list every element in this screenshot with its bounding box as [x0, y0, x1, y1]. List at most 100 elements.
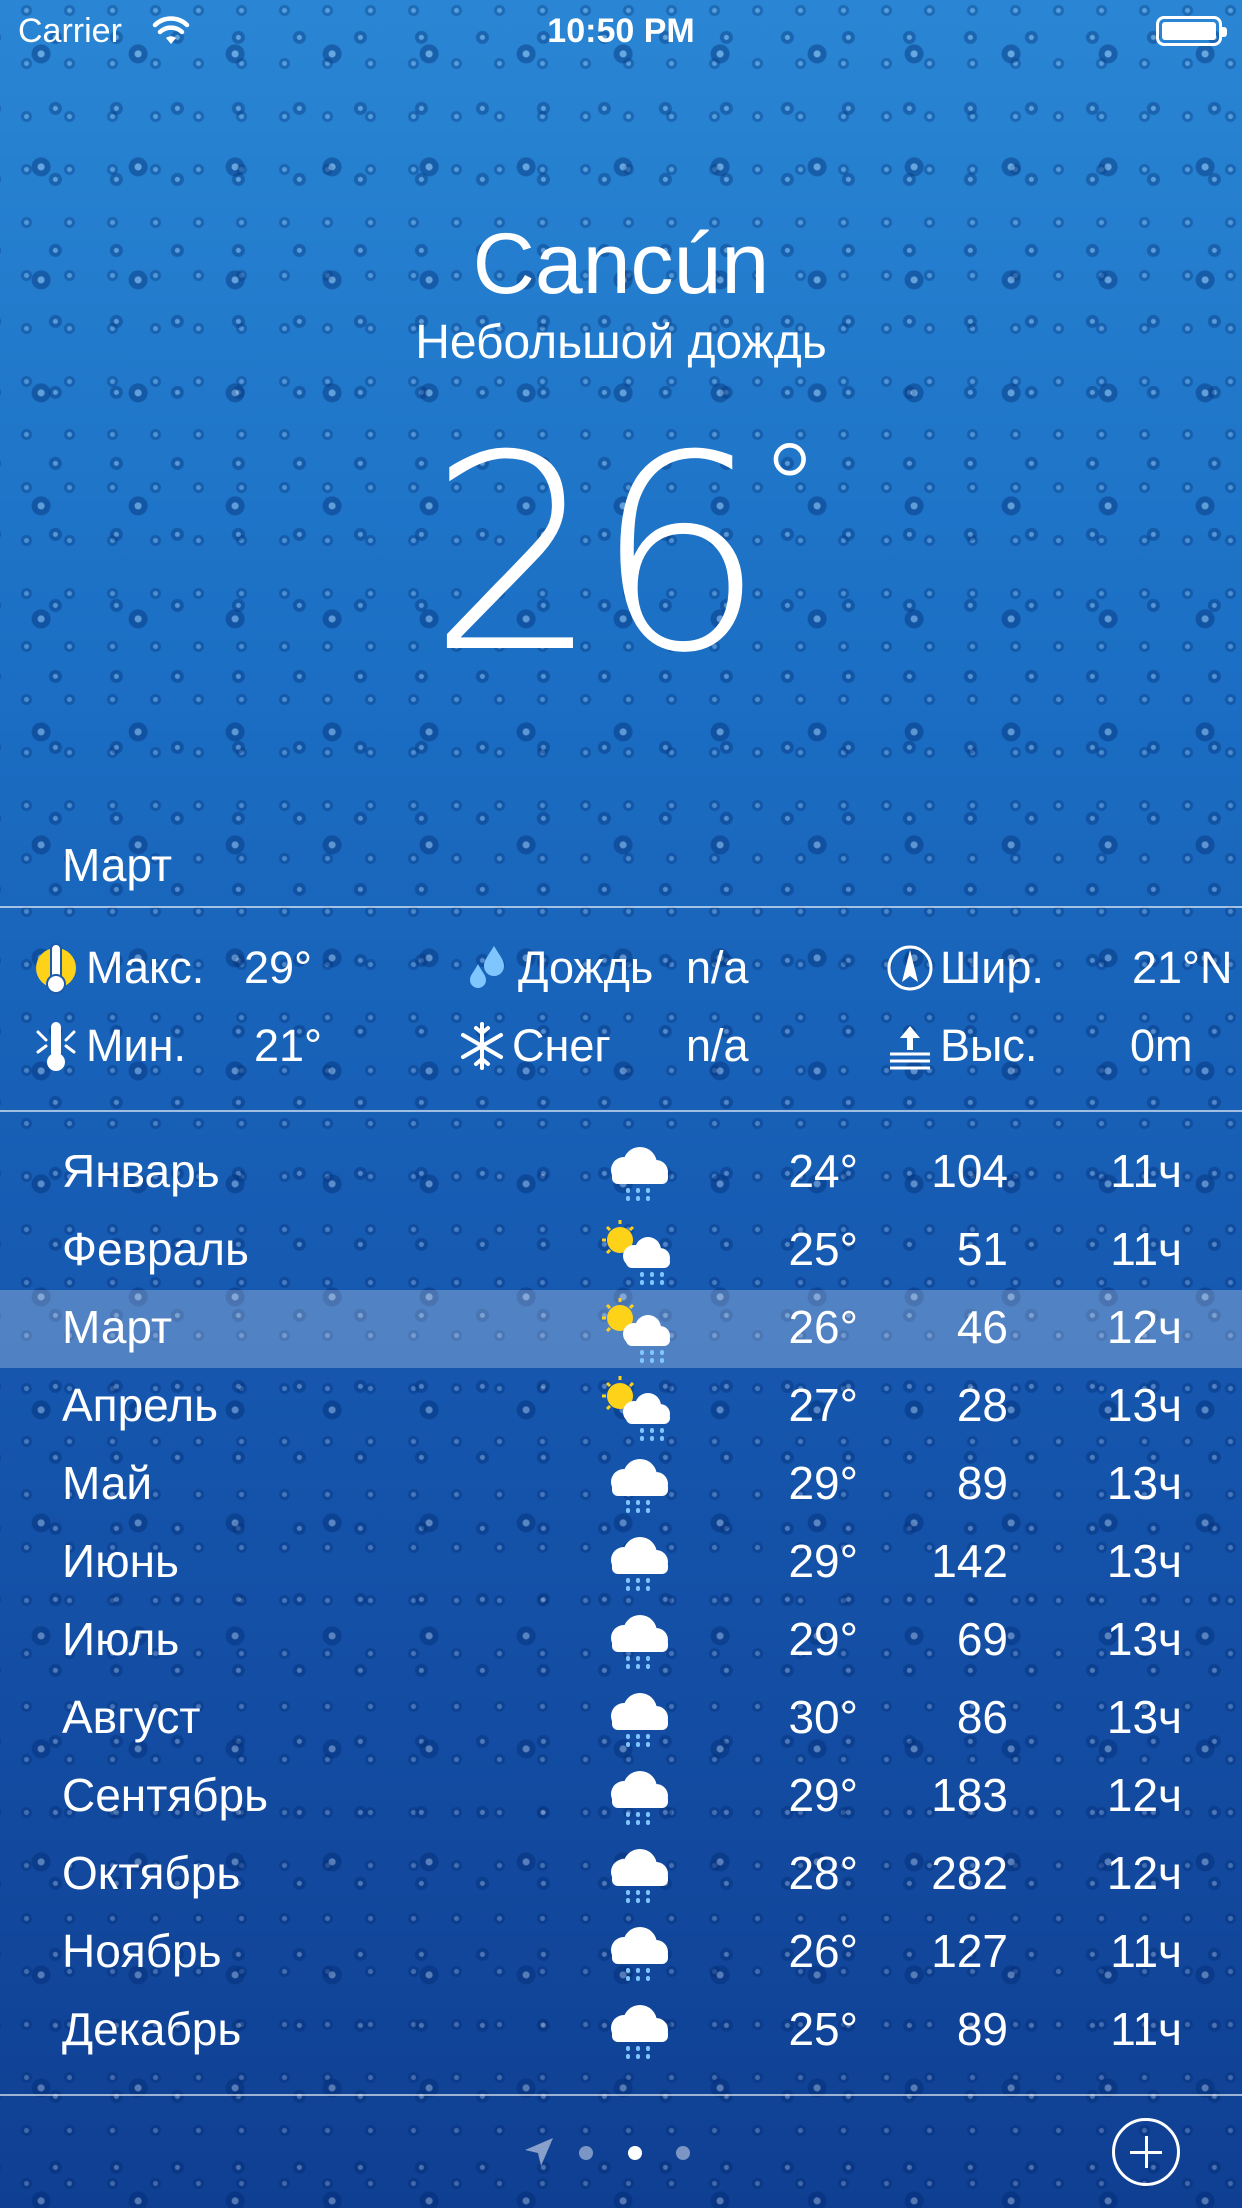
cloud-rain-icon: [611, 1927, 668, 1981]
month-row[interactable]: Январь 24° 104 11ч: [0, 1134, 1242, 1212]
current-temperature: 26°: [0, 420, 1242, 690]
cloud-rain-icon: [611, 1147, 668, 1201]
month-name: Март: [62, 1301, 173, 1353]
month-temperature: 26°: [788, 1301, 858, 1353]
sun-cloud-rain-icon: [602, 1298, 670, 1363]
status-time: 10:50 PM: [547, 12, 695, 50]
month-temperature: 26°: [788, 1925, 858, 1977]
month-rainfall: 282: [931, 1847, 1008, 1899]
bottom-bar: [0, 2098, 1242, 2208]
month-rainfall: 104: [931, 1145, 1008, 1197]
stat-rain: Дождь n/a: [464, 940, 749, 996]
temperature-value: 26: [428, 397, 766, 712]
stat-latitude: Шир. 21°N: [886, 940, 1233, 996]
stat-rain-label: Дождь: [518, 942, 654, 993]
month-rainfall: 183: [931, 1769, 1008, 1821]
city-name: Cancún: [472, 216, 770, 312]
stat-snow: Снег n/a: [458, 1018, 749, 1074]
month-name: Декабрь: [62, 2003, 242, 2055]
month-row[interactable]: Март 26° 46 12ч: [0, 1290, 1242, 1368]
stat-altitude-value: 0m: [1130, 1020, 1193, 1071]
rain-drops-icon: [470, 946, 504, 988]
month-sun-hours: 13ч: [1106, 1613, 1182, 1665]
month-temperature: 28°: [788, 1847, 858, 1899]
month-row[interactable]: Май 29° 89 13ч: [0, 1446, 1242, 1524]
month-row[interactable]: Сентябрь 29° 183 12ч: [0, 1758, 1242, 1836]
month-row[interactable]: Апрель 27° 28 13ч: [0, 1368, 1242, 1446]
stat-altitude-label: Выс.: [940, 1020, 1038, 1071]
month-name: Январь: [62, 1145, 220, 1197]
cloud-rain-icon: [611, 1771, 668, 1825]
month-row[interactable]: Июнь 29° 142 13ч: [0, 1524, 1242, 1602]
month-sun-hours: 13ч: [1106, 1535, 1182, 1587]
stat-min-label: Мин.: [86, 1020, 186, 1071]
stat-latitude-label: Шир.: [940, 942, 1044, 993]
month-name: Февраль: [62, 1223, 249, 1275]
page-dot-2[interactable]: [628, 2146, 642, 2160]
status-bar: Carrier 10:50 PM: [0, 0, 1242, 60]
month-name: Октябрь: [62, 1847, 241, 1899]
month-name: Сентябрь: [62, 1769, 269, 1821]
month-sun-hours: 11ч: [1110, 2003, 1182, 2055]
stat-latitude-value: 21°N: [1132, 942, 1233, 993]
month-rainfall: 89: [956, 1457, 1008, 1509]
month-sun-hours: 12ч: [1106, 1847, 1182, 1899]
month-rainfall: 89: [956, 2003, 1008, 2055]
month-rainfall: 127: [931, 1925, 1008, 1977]
compass-icon: [887, 945, 933, 991]
stat-rain-value: n/a: [686, 942, 749, 993]
cloud-rain-icon: [611, 1537, 668, 1591]
month-name: Май: [62, 1457, 153, 1509]
month-sun-hours: 11ч: [1110, 1145, 1182, 1197]
month-row[interactable]: Август 30° 86 13ч: [0, 1680, 1242, 1758]
cloud-rain-icon: [611, 1459, 668, 1513]
stat-max: Макс. 29°: [32, 940, 312, 996]
battery-icon: [1156, 16, 1227, 46]
divider: [0, 906, 1242, 908]
page-dot-3[interactable]: [676, 2146, 690, 2160]
divider: [0, 2094, 1242, 2096]
cloud-rain-icon: [611, 1849, 668, 1903]
location-arrow-icon[interactable]: [523, 2136, 555, 2168]
month-rainfall: 86: [956, 1691, 1008, 1743]
selected-month-title: Март: [62, 839, 173, 891]
snowflake-icon: [461, 1022, 503, 1070]
month-sun-hours: 11ч: [1110, 1223, 1182, 1275]
cloud-rain-icon: [611, 2005, 668, 2059]
month-temperature: 30°: [788, 1691, 858, 1743]
month-sun-hours: 12ч: [1106, 1769, 1182, 1821]
month-row[interactable]: Июль 29° 69 13ч: [0, 1602, 1242, 1680]
month-temperature: 25°: [788, 2003, 858, 2055]
stat-min: Мин. 21°: [32, 1018, 322, 1074]
month-rainfall: 46: [956, 1301, 1008, 1353]
month-rainfall: 69: [956, 1613, 1008, 1665]
page-dot-1[interactable]: [579, 2146, 593, 2160]
month-row[interactable]: Октябрь 28° 282 12ч: [0, 1836, 1242, 1914]
month-row[interactable]: Декабрь 25° 89 11ч: [0, 1992, 1242, 2070]
stat-snow-value: n/a: [686, 1020, 749, 1071]
month-rainfall: 142: [931, 1535, 1008, 1587]
month-temperature: 25°: [788, 1223, 858, 1275]
month-name: Август: [62, 1691, 201, 1743]
month-name: Апрель: [62, 1379, 219, 1431]
sun-cloud-rain-icon: [602, 1376, 670, 1441]
month-temperature: 29°: [788, 1769, 858, 1821]
cloud-rain-icon: [611, 1615, 668, 1669]
add-city-button[interactable]: [1112, 2118, 1180, 2186]
month-sun-hours: 13ч: [1106, 1457, 1182, 1509]
month-temperature: 29°: [788, 1457, 858, 1509]
month-name: Июнь: [62, 1535, 179, 1587]
stat-max-value: 29°: [244, 942, 313, 993]
divider: [0, 1110, 1242, 1112]
month-name: Июль: [62, 1613, 180, 1665]
cloud-rain-icon: [611, 1693, 668, 1747]
month-row[interactable]: Ноябрь 26° 127 11ч: [0, 1914, 1242, 1992]
stat-altitude: Выс. 0m: [886, 1018, 1193, 1074]
altitude-icon: [890, 1026, 930, 1070]
month-temperature: 29°: [788, 1613, 858, 1665]
weather-condition: Небольшой дождь: [415, 316, 827, 369]
month-temperature: 27°: [788, 1379, 858, 1431]
month-sun-hours: 11ч: [1110, 1925, 1182, 1977]
month-row[interactable]: Февраль 25° 51 11ч: [0, 1212, 1242, 1290]
stat-min-value: 21°: [254, 1020, 323, 1071]
